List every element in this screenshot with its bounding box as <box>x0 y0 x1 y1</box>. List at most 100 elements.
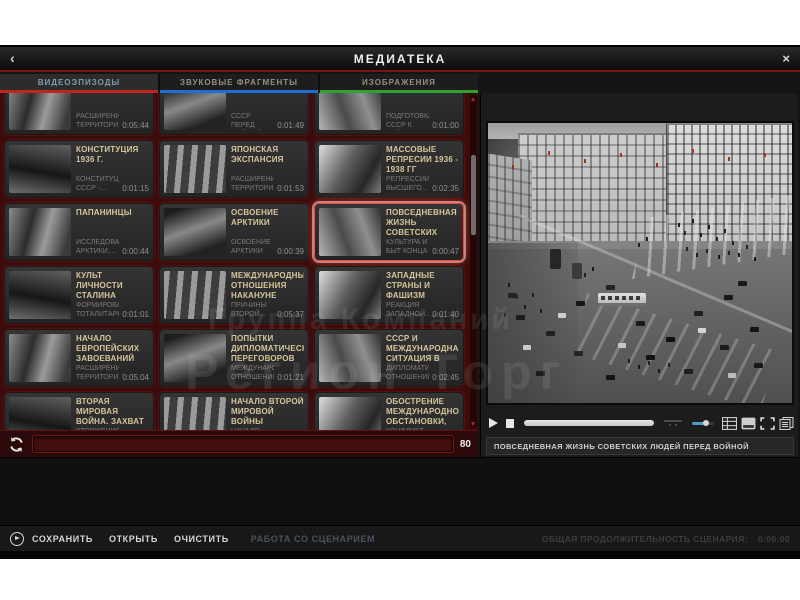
video-card[interactable]: РАСШИРЕНИЕ ТЕРРИТОРИИ... 0:05:44 <box>4 93 154 135</box>
video-card[interactable]: ПАПАНИНЦЫ ИССЛЕДОВАНИЕ АРКТИКИ,... 0:00:… <box>4 203 154 261</box>
video-list-panel: РАСШИРЕНИЕ ТЕРРИТОРИИ... 0:05:44 СССР ПЕ… <box>0 93 478 457</box>
video-subtitle: ФОРМИРОВАНИЕ ТОТАЛИТАРНО... <box>76 301 119 319</box>
video-thumbnail <box>9 334 71 382</box>
video-title: ОБОСТРЕНИЕ МЕЖДУНАРОДНОЙ ОБСТАНОВКИ, <box>386 397 459 427</box>
video-card-meta: МАССОВЫЕ РЕПРЕСИИ 1936 - 1938 ГГ РЕПРЕСС… <box>381 141 463 197</box>
video-subtitle: РЕАКЦИЯ ЗАПАДНОЙ... <box>386 301 429 319</box>
video-subtitle: РАСШИРЕНИЕ ТЕРРИТОРИИ... <box>76 364 119 382</box>
video-card[interactable]: СССР ПЕРЕД ВОЙНОЙ 0:01:49 <box>159 93 309 135</box>
play-icon[interactable] <box>489 418 498 428</box>
video-card-meta: ЯПОНСКАЯ ЭКСПАНСИЯ РАСШИРЕНИЕ ТЕРРИТОРИИ… <box>226 141 308 197</box>
video-card[interactable]: ЗАПАДНЫЕ СТРАНЫ И ФАШИЗМ РЕАКЦИЯ ЗАПАДНО… <box>314 266 464 324</box>
scene-bus <box>598 293 646 306</box>
filter-progress-bar[interactable] <box>33 436 453 452</box>
window-title: МЕДИАТЕКА <box>0 52 800 66</box>
video-duration: 0:00:47 <box>432 247 459 256</box>
video-title: ЗАПАДНЫЕ СТРАНЫ И ФАШИЗМ <box>386 271 459 301</box>
scroll-up-icon[interactable] <box>471 97 475 101</box>
video-thumbnail <box>164 93 226 130</box>
player-panel: ПОВСЕДНЕВНАЯ ЖИЗНЬ СОВЕТСКИХ ЛЮДЕЙ ПЕРЕД… <box>480 93 798 457</box>
video-grid: РАСШИРЕНИЕ ТЕРРИТОРИИ... 0:05:44 СССР ПЕ… <box>4 93 470 430</box>
total-duration-label: ОБЩАЯ ПРОДОЛЖИТЕЛЬНОСТЬ СЦЕНАРИЯ: <box>542 534 748 544</box>
video-card[interactable]: МЕЖДУНАРОДНЫЕ ОТНОШЕНИЯ НАКАНУНЕ ВОЙНЫ П… <box>159 266 309 324</box>
video-card[interactable]: ПОПЫТКИ ДИПЛОМАТИЧЕСКИХ ПЕРЕГОВОРОВ МЕЖД… <box>159 329 309 387</box>
refresh-icon[interactable] <box>7 435 26 454</box>
video-subtitle: РЕПРЕССИИ ВЫСШЕГО... <box>386 175 429 193</box>
video-title: НАЧАЛО ЕВРОПЕЙСКИХ ЗАВОЕВАНИЙ ГЕРМАНИИ <box>76 334 149 364</box>
video-card-meta: ПОДГОТОВКА СССР К ВОЙНЕ 0:01:00 <box>381 93 463 134</box>
save-button[interactable]: СОХРАНИТЬ <box>32 534 93 544</box>
video-thumbnail <box>164 271 226 319</box>
video-card[interactable]: ОСВОЕНИЕ АРКТИКИ ОСВОЕНИЕ АРКТИКИ 0:00:3… <box>159 203 309 261</box>
video-card-meta: МЕЖДУНАРОДНЫЕ ОТНОШЕНИЯ НАКАНУНЕ ВОЙНЫ П… <box>226 267 308 323</box>
video-thumbnail <box>164 397 226 430</box>
frame-icon[interactable] <box>741 417 756 430</box>
video-thumbnail <box>9 93 71 130</box>
video-card[interactable]: СССР И МЕЖДУНАРОДНАЯ СИТУАЦИЯ В ПЕРИОД Д… <box>314 329 464 387</box>
video-subtitle: ПРИЧИНЫ ВТОРОЙ... <box>231 301 274 319</box>
video-title: МАССОВЫЕ РЕПРЕСИИ 1936 - 1938 ГГ <box>386 145 459 175</box>
video-title: КОНСТИТУЦИЯ 1936 Г. <box>76 145 149 165</box>
tab-label: ВИДЕОЭПИЗОДЫ <box>38 78 121 87</box>
video-card[interactable]: ПОВСЕДНЕВНАЯ ЖИЗНЬ СОВЕТСКИХ ЛЮДЕЙ ПЕРЕД… <box>314 203 464 261</box>
tab-label: ЗВУКОВЫЕ ФРАГМЕНТЫ <box>180 78 298 87</box>
scroll-down-icon[interactable] <box>471 422 475 426</box>
item-count: 80 <box>460 439 471 450</box>
video-frame[interactable] <box>486 121 794 405</box>
player-extra-buttons <box>722 417 794 430</box>
video-subtitle: СССР ПЕРЕД ВОЙНОЙ <box>231 112 274 130</box>
tab-bar: ВИДЕОЭПИЗОДЫ ЗВУКОВЫЕ ФРАГМЕНТЫ ИЗОБРАЖЕ… <box>0 74 478 90</box>
video-thumbnail <box>9 208 71 256</box>
title-bar: ‹ МЕДИАТЕКА × <box>0 47 800 72</box>
video-card[interactable]: ОБОСТРЕНИЕ МЕЖДУНАРОДНОЙ ОБСТАНОВКИ, КОН… <box>314 392 464 430</box>
video-duration: 0:05:04 <box>122 373 149 382</box>
list-scrollbar[interactable] <box>470 95 477 428</box>
video-title: ПОВСЕДНЕВНАЯ ЖИЗНЬ СОВЕТСКИХ ЛЮДЕЙ ПЕРЕД… <box>386 208 459 238</box>
video-duration: 0:01:21 <box>277 373 304 382</box>
video-title: СССР И МЕЖДУНАРОДНАЯ СИТУАЦИЯ В ПЕРИОД <box>386 334 459 364</box>
video-duration: 0:01:49 <box>277 121 304 130</box>
player-controls <box>486 411 794 435</box>
video-thumbnail <box>164 145 226 193</box>
volume-slider[interactable] <box>692 422 714 425</box>
video-subtitle: РАСШИРЕНИЕ ТЕРРИТОРИИ... <box>231 175 274 193</box>
tab-images[interactable]: ИЗОБРАЖЕНИЯ <box>320 74 478 90</box>
video-card-meta: ОБОСТРЕНИЕ МЕЖДУНАРОДНОЙ ОБСТАНОВКИ, КОН… <box>381 393 463 430</box>
playlist-grid-icon[interactable] <box>722 417 737 430</box>
close-icon[interactable]: × <box>782 51 790 66</box>
video-card[interactable]: КОНСТИТУЦИЯ 1936 Г. КОНСТИТУЦИЯ СССР -..… <box>4 140 154 198</box>
scrollbar-thumb[interactable] <box>471 155 476 235</box>
video-thumbnail <box>9 271 71 319</box>
list-bottom-bar: 80 <box>0 430 478 457</box>
video-subtitle: ПОДГОТОВКА СССР К ВОЙНЕ <box>386 112 429 130</box>
video-card[interactable]: ЯПОНСКАЯ ЭКСПАНСИЯ РАСШИРЕНИЕ ТЕРРИТОРИИ… <box>159 140 309 198</box>
total-duration-value: 0:00:00 <box>758 534 790 544</box>
tab-video-episodes[interactable]: ВИДЕОЭПИЗОДЫ <box>0 74 158 90</box>
stop-icon[interactable] <box>506 419 514 428</box>
video-card[interactable]: ПОДГОТОВКА СССР К ВОЙНЕ 0:01:00 <box>314 93 464 135</box>
video-thumbnail <box>319 208 381 256</box>
seek-bar[interactable] <box>524 420 654 426</box>
video-card[interactable]: НАЧАЛО ВТОРОЙ МИРОВОЙ ВОЙНЫ НАЧАЛО ВТОРО… <box>159 392 309 430</box>
open-button[interactable]: ОТКРЫТЬ <box>109 534 158 544</box>
window-footer-edge <box>0 551 800 559</box>
fullscreen-icon[interactable] <box>760 417 775 430</box>
video-subtitle: РАСШИРЕНИЕ ТЕРРИТОРИИ... <box>76 112 119 130</box>
video-grid-viewport: РАСШИРЕНИЕ ТЕРРИТОРИИ... 0:05:44 СССР ПЕ… <box>0 93 478 430</box>
video-card[interactable]: НАЧАЛО ЕВРОПЕЙСКИХ ЗАВОЕВАНИЙ ГЕРМАНИИ Р… <box>4 329 154 387</box>
video-card[interactable]: МАССОВЫЕ РЕПРЕСИИ 1936 - 1938 ГГ РЕПРЕСС… <box>314 140 464 198</box>
video-card[interactable]: КУЛЬТ ЛИЧНОСТИ СТАЛИНА ФОРМИРОВАНИЕ ТОТА… <box>4 266 154 324</box>
video-title: ПАПАНИНЦЫ <box>76 208 149 218</box>
video-card-meta: ВТОРАЯ МИРОВАЯ ВОЙНА. ЗАХВАТ ПОЛЬШИ ГЕРМ… <box>71 393 153 430</box>
video-card[interactable]: ВТОРАЯ МИРОВАЯ ВОЙНА. ЗАХВАТ ПОЛЬШИ ГЕРМ… <box>4 392 154 430</box>
play-circle-icon[interactable] <box>10 532 24 546</box>
volume-thumb[interactable] <box>703 420 709 426</box>
video-title: ПОПЫТКИ ДИПЛОМАТИЧЕСКИХ ПЕРЕГОВОРОВ <box>231 334 304 364</box>
video-title: ОСВОЕНИЕ АРКТИКИ <box>231 208 304 228</box>
clear-button[interactable]: ОЧИСТИТЬ <box>174 534 229 544</box>
tab-sound-fragments[interactable]: ЗВУКОВЫЕ ФРАГМЕНТЫ <box>160 74 318 90</box>
video-duration: 0:05:44 <box>122 121 149 130</box>
video-duration: 0:01:00 <box>432 121 459 130</box>
copy-doc-icon[interactable] <box>779 417 794 430</box>
scenario-duration: ОБЩАЯ ПРОДОЛЖИТЕЛЬНОСТЬ СЦЕНАРИЯ: 0:00:0… <box>542 534 790 544</box>
